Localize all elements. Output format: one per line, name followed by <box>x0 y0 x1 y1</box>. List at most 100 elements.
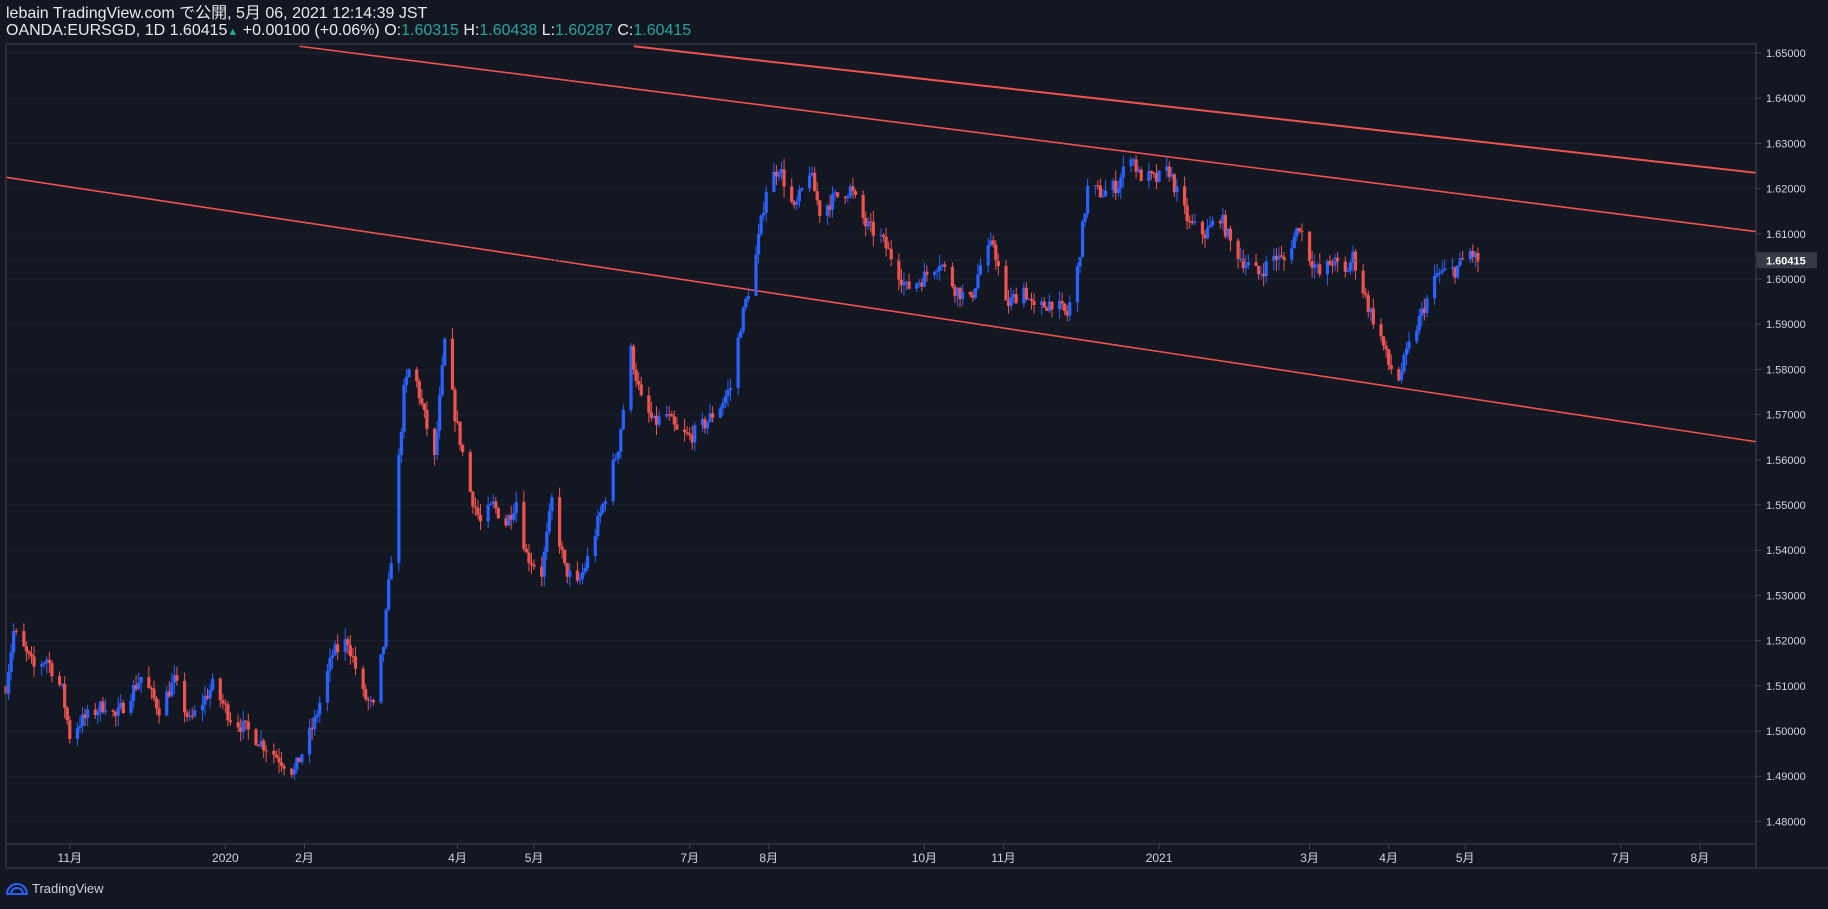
time-tick-label: 2月 <box>295 851 314 865</box>
price-tick-label: 1.48000 <box>1766 816 1806 828</box>
candle-body <box>739 331 743 338</box>
candle-body <box>103 710 108 713</box>
candle-body <box>616 451 620 459</box>
candle-body <box>943 264 947 267</box>
candle-body <box>1075 266 1080 303</box>
time-tick-label: 4月 <box>1379 851 1398 865</box>
candle-body <box>78 726 82 729</box>
tradingview-brand[interactable]: TradingView <box>6 881 104 896</box>
candle-body <box>1443 268 1447 271</box>
candle-body <box>598 512 602 517</box>
candle-body <box>583 567 587 573</box>
candle-body <box>404 377 409 385</box>
candle-body <box>387 579 391 610</box>
candle-body <box>1256 266 1261 275</box>
candle-body <box>494 501 498 508</box>
price-tick-label: 1.63000 <box>1766 138 1806 150</box>
time-tick-label: 10月 <box>912 851 937 865</box>
candle-body <box>1384 345 1388 350</box>
candle-body <box>1353 251 1358 271</box>
candle-body <box>86 709 90 719</box>
candle-body <box>422 403 426 411</box>
candle-body <box>1425 298 1429 313</box>
candle-body <box>111 710 115 712</box>
time-tick-label: 8月 <box>759 851 778 865</box>
candle-body <box>1415 330 1419 342</box>
candle-body <box>379 654 383 703</box>
candle-body <box>152 688 156 699</box>
candle-body <box>1336 257 1340 262</box>
candle-body <box>935 270 939 272</box>
time-tick-label: 11月 <box>991 851 1015 865</box>
trendline <box>299 45 1757 233</box>
candle-body <box>1121 166 1125 178</box>
price-tick-label: 1.61000 <box>1766 229 1806 241</box>
candle-body <box>325 670 330 703</box>
price-tick-label: 1.57000 <box>1766 410 1806 422</box>
candle-body <box>682 429 687 433</box>
candle-body <box>307 727 312 755</box>
candle-body <box>1455 265 1460 278</box>
candle-body <box>512 513 516 520</box>
trendline <box>5 176 1757 443</box>
tradingview-logo-icon <box>6 882 28 895</box>
candle-body <box>1402 355 1406 372</box>
candle-body <box>348 645 352 656</box>
candle-body <box>353 656 358 669</box>
candle-body <box>458 421 462 446</box>
candle-body <box>603 501 608 504</box>
candle-body <box>568 570 572 577</box>
candle-body <box>1042 301 1046 308</box>
candle-body <box>1004 265 1008 301</box>
close-value: 1.60415 <box>633 22 692 39</box>
time-tick-label: 2020 <box>212 851 239 865</box>
candle-body <box>889 248 893 260</box>
price-tick-label: 1.53000 <box>1766 590 1806 602</box>
candle-body <box>364 688 368 700</box>
candle-body <box>443 338 447 366</box>
candle-body <box>1292 236 1296 249</box>
candle-body <box>670 414 674 417</box>
price-grid <box>6 52 1756 822</box>
candle-body <box>435 430 439 455</box>
candle-body <box>272 750 276 755</box>
candle-body <box>175 675 179 681</box>
low-label: L: <box>541 22 556 39</box>
candle-body <box>711 413 715 418</box>
candle-body <box>1440 270 1444 273</box>
candle-body <box>47 659 51 664</box>
candle-body <box>1024 287 1029 300</box>
candle-body <box>157 708 161 716</box>
candle-body <box>1009 297 1013 307</box>
candle-body <box>389 563 393 580</box>
candle-body <box>399 431 404 455</box>
candle-body <box>614 458 618 460</box>
candle-body <box>637 380 641 385</box>
candle-body <box>468 452 472 492</box>
candle-body <box>57 676 62 685</box>
close-label: C: <box>617 22 634 39</box>
candle-body <box>647 395 651 413</box>
candle-body <box>807 175 812 189</box>
candle-body <box>193 710 197 717</box>
trendlines <box>5 45 1757 443</box>
candle-body <box>790 186 794 202</box>
candle-body <box>65 707 69 721</box>
candle-body <box>1297 228 1301 232</box>
candle-body <box>279 762 284 766</box>
candle-body <box>1236 240 1240 260</box>
candle-body <box>846 196 850 199</box>
candle-body <box>277 757 281 763</box>
candle-body <box>438 395 442 431</box>
candle-body <box>560 546 564 550</box>
price-axis: 1.65000 1.64000 1.63000 1.62000 1.61000 1.600… <box>1756 48 1806 828</box>
candle-body <box>170 682 174 697</box>
candle-body <box>361 668 365 689</box>
candle-body <box>1129 159 1133 167</box>
candle-body <box>330 655 335 658</box>
candle-body <box>415 369 419 382</box>
candle-body <box>1244 265 1248 269</box>
candle-body <box>1417 315 1421 331</box>
candle-body <box>762 212 766 216</box>
candle-body <box>611 459 615 502</box>
